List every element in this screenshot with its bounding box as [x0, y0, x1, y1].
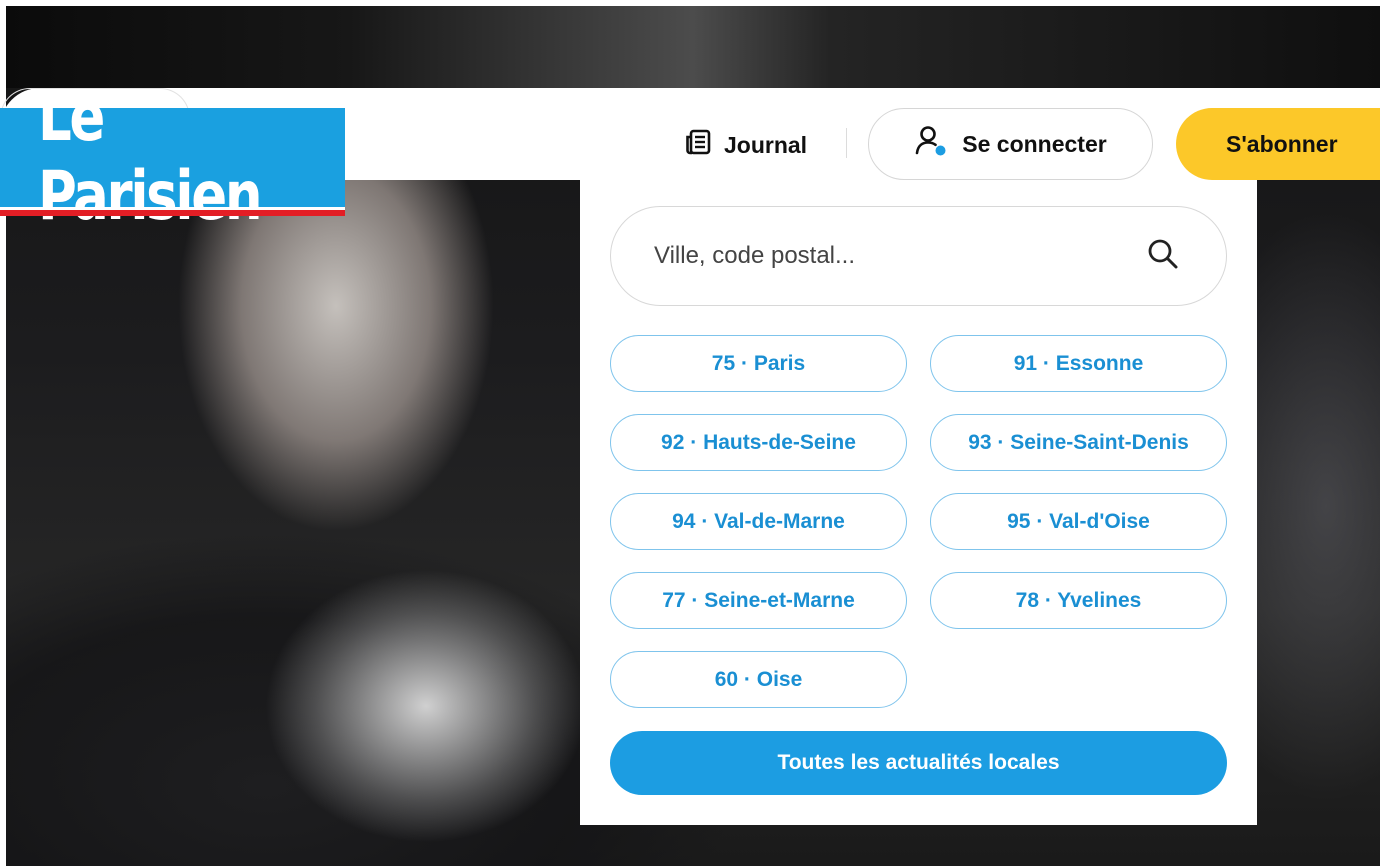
- department-chip-label: 94 · Val-de-Marne: [672, 509, 845, 533]
- subscribe-label: S'abonner: [1226, 130, 1338, 157]
- location-search-field[interactable]: Ville, code postal...: [610, 206, 1227, 306]
- department-chip-75[interactable]: 75 · Paris: [610, 335, 907, 392]
- department-chip-92[interactable]: 92 · Hauts-de-Seine: [610, 414, 907, 471]
- department-chip-label: 60 · Oise: [714, 667, 803, 691]
- department-chip-93[interactable]: 93 · Seine-Saint-Denis: [930, 414, 1227, 471]
- user-icon: [914, 125, 948, 163]
- department-chip-label: 92 · Hauts-de-Seine: [661, 430, 856, 454]
- hero-photo-top: [6, 6, 1380, 88]
- department-chip-label: 78 · Yvelines: [1015, 588, 1142, 612]
- department-chip-label: 95 · Val-d'Oise: [1007, 509, 1150, 533]
- department-chip-78[interactable]: 78 · Yvelines: [930, 572, 1227, 629]
- department-chip-94[interactable]: 94 · Val-de-Marne: [610, 493, 907, 550]
- search-icon[interactable]: [1146, 237, 1180, 276]
- department-chip-77[interactable]: 77 · Seine-et-Marne: [610, 572, 907, 629]
- department-chip-label: 77 · Seine-et-Marne: [662, 588, 855, 612]
- department-chip-label: 75 · Paris: [711, 351, 806, 375]
- newspaper-icon: [684, 128, 712, 162]
- all-local-news-button[interactable]: Toutes les actualités locales: [610, 731, 1227, 795]
- local-news-dropdown: Ville, code postal... 75 · Paris 91 · Es…: [580, 180, 1257, 825]
- header-divider: [846, 128, 847, 158]
- all-local-news-label: Toutes les actualités locales: [777, 751, 1060, 774]
- department-chip-60[interactable]: 60 · Oise: [610, 651, 907, 708]
- department-chip-95[interactable]: 95 · Val-d'Oise: [930, 493, 1227, 550]
- login-button[interactable]: Se connecter: [868, 108, 1153, 180]
- location-search-input[interactable]: Ville, code postal...: [654, 242, 855, 270]
- le-parisien-logo[interactable]: Le Parisien: [0, 78, 345, 236]
- login-label: Se connecter: [962, 130, 1107, 157]
- logo-stripe-red: [0, 210, 345, 216]
- department-chip-91[interactable]: 91 · Essonne: [930, 335, 1227, 392]
- subscribe-button[interactable]: S'abonner: [1176, 108, 1380, 180]
- department-chip-label: 91 · Essonne: [1013, 351, 1144, 375]
- journal-label: Journal: [724, 131, 808, 158]
- journal-link[interactable]: Journal: [684, 127, 807, 163]
- department-chip-label: 93 · Seine-Saint-Denis: [968, 430, 1189, 454]
